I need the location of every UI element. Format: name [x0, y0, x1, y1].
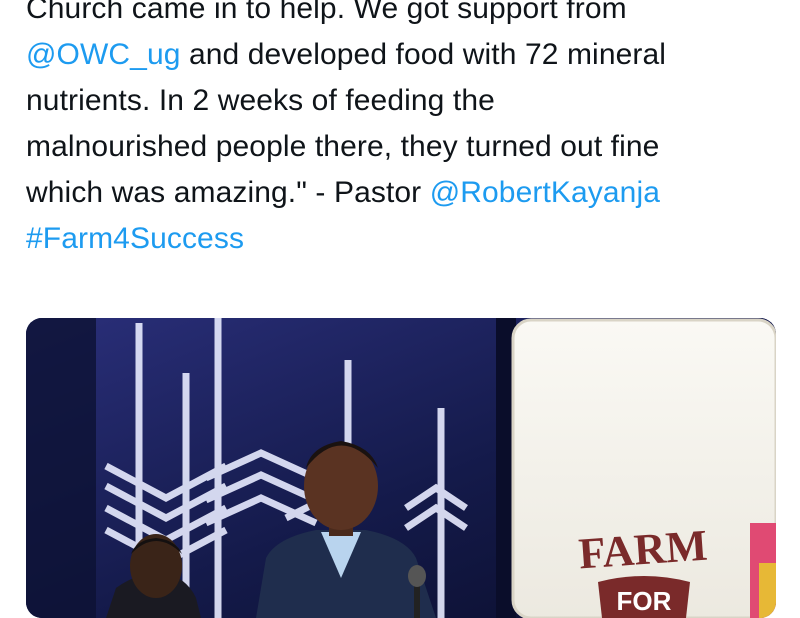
banner-for-text: FOR: [617, 586, 672, 616]
tweet-text-segment: nutrients. In 2 weeks of feeding the: [26, 84, 495, 117]
tweet-media-photo[interactable]: FARM FOR: [26, 318, 776, 618]
hashtag-link[interactable]: #Farm4Success: [26, 222, 244, 255]
tweet-line: nutrients. In 2 weeks of feeding the: [26, 78, 786, 124]
tweet-line: @OWC_ug and developed food with 72 miner…: [26, 32, 786, 78]
mention-link[interactable]: @OWC_ug: [26, 38, 181, 71]
tweet-line: #Farm4Success: [26, 216, 786, 262]
tweet-line: Church came in to help. We got support f…: [26, 0, 786, 32]
tweet-line: which was amazing." - Pastor @RobertKaya…: [26, 170, 786, 216]
banner-farm-text: FARM: [577, 521, 709, 579]
tweet-text-segment: malnourished people there, they turned o…: [26, 130, 660, 163]
event-photo: FARM FOR: [26, 318, 776, 618]
tweet-text-segment: Church came in to help. We got support f…: [26, 0, 627, 25]
mention-link[interactable]: @RobertKayanja: [430, 176, 660, 209]
tweet-text-segment: which was amazing." - Pastor: [26, 176, 430, 209]
tweet-line: malnourished people there, they turned o…: [26, 124, 786, 170]
tweet-text-segment: and developed food with 72 mineral: [180, 38, 667, 71]
banner-yellow-stripe: [759, 563, 776, 618]
tweet-text: Church came in to help. We got support f…: [26, 0, 786, 262]
stage-left-panel: [26, 318, 96, 618]
